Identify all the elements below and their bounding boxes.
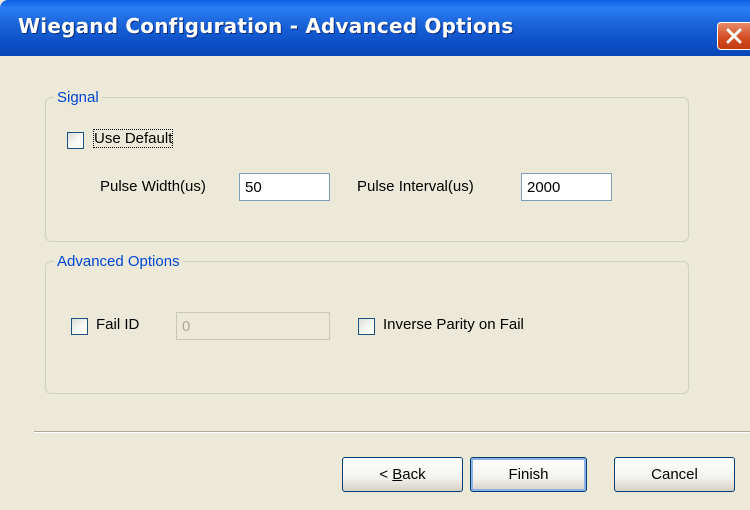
pulse-width-label: Pulse Width(us) bbox=[100, 178, 206, 195]
pulse-width-input[interactable] bbox=[239, 173, 330, 201]
inverse-parity-checkbox[interactable] bbox=[358, 318, 375, 335]
dialog-body: Signal Use Default Pulse Width(us) Pulse… bbox=[0, 56, 750, 510]
back-button[interactable]: < Back bbox=[342, 457, 463, 492]
pulse-interval-label: Pulse Interval(us) bbox=[357, 178, 474, 195]
fail-id-input bbox=[176, 312, 330, 340]
fail-id-label[interactable]: Fail ID bbox=[96, 316, 139, 333]
window-title: Wiegand Configuration - Advanced Options bbox=[18, 14, 514, 38]
close-icon bbox=[726, 28, 742, 44]
signal-group: Signal bbox=[45, 89, 689, 242]
signal-group-label: Signal bbox=[57, 89, 99, 106]
finish-button[interactable]: Finish bbox=[470, 457, 587, 492]
title-bar[interactable]: Wiegand Configuration - Advanced Options bbox=[0, 0, 750, 56]
finish-button-label: Finish bbox=[508, 466, 549, 483]
button-separator bbox=[34, 431, 750, 433]
advanced-options-group-label: Advanced Options bbox=[57, 253, 180, 270]
cancel-button-label: Cancel bbox=[651, 466, 698, 483]
pulse-interval-input[interactable] bbox=[521, 173, 612, 201]
fail-id-checkbox[interactable] bbox=[71, 318, 88, 335]
back-button-prefix: < bbox=[379, 466, 393, 483]
back-button-mnemonic: B bbox=[392, 466, 403, 483]
back-button-rest: ack bbox=[402, 466, 426, 483]
use-default-checkbox[interactable] bbox=[67, 132, 84, 149]
close-button[interactable] bbox=[717, 22, 750, 50]
cancel-button[interactable]: Cancel bbox=[614, 457, 735, 492]
dialog-window: Wiegand Configuration - Advanced Options… bbox=[0, 0, 750, 510]
use-default-label[interactable]: Use Default bbox=[92, 129, 174, 148]
inverse-parity-label[interactable]: Inverse Parity on Fail bbox=[383, 316, 524, 333]
